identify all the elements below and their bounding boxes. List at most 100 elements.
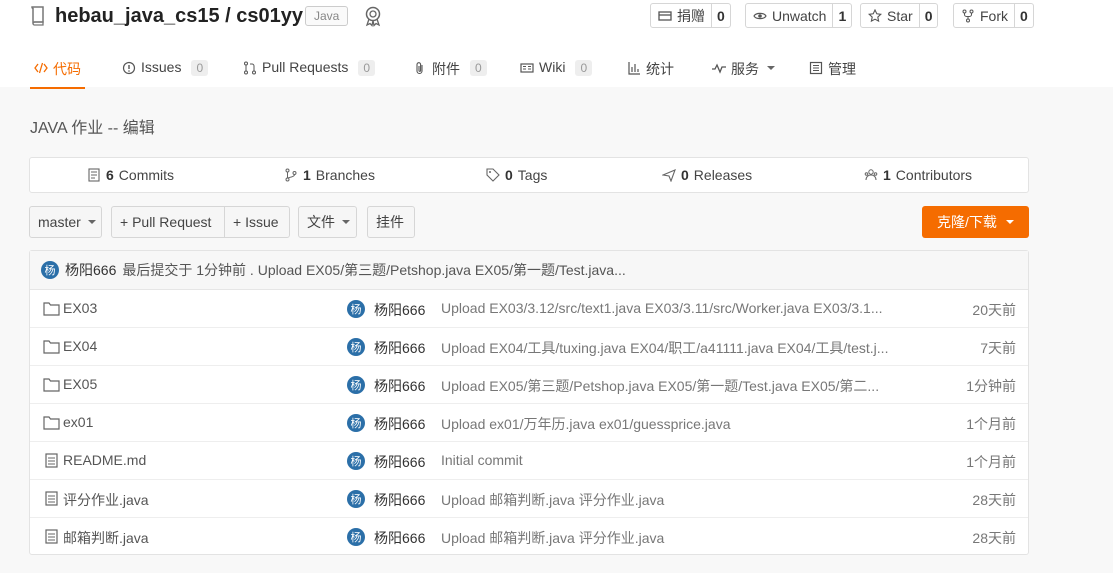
- tab-manage-label: 管理: [828, 61, 856, 77]
- folder-icon: [43, 302, 60, 316]
- avatar[interactable]: 杨: [347, 490, 365, 508]
- avatar[interactable]: 杨: [347, 414, 365, 432]
- commit-time: 28天前: [972, 492, 1016, 508]
- clone-download-label: 克隆/下载: [937, 214, 997, 230]
- commit-author[interactable]: 杨阳666: [374, 528, 425, 548]
- tab-attachments[interactable]: 附件 0: [413, 59, 487, 95]
- tab-attachments-label: 附件: [432, 61, 460, 77]
- file-name[interactable]: EX04: [63, 338, 97, 354]
- tab-pull-requests-count: 0: [358, 60, 376, 76]
- branches-link[interactable]: 1 Branches: [284, 158, 375, 192]
- commit-time: 20天前: [972, 302, 1016, 318]
- fork-label: Fork: [980, 7, 1008, 24]
- tab-wiki[interactable]: Wiki 0: [520, 59, 593, 95]
- tab-services-label: 服务: [731, 61, 759, 77]
- clone-download-button[interactable]: 克隆/下载: [922, 206, 1029, 238]
- language-badge[interactable]: Java: [305, 6, 349, 26]
- issue-icon: [122, 61, 136, 75]
- commit-author[interactable]: 杨阳666: [374, 452, 425, 472]
- file-row: EX04 杨 杨阳666 Upload EX04/工具/tuxing.java …: [30, 328, 1028, 366]
- releases-link[interactable]: 0 Releases: [662, 158, 752, 192]
- tab-manage[interactable]: 管理: [809, 59, 856, 95]
- repo-name-link[interactable]: cs01yy: [236, 5, 303, 27]
- watch-count[interactable]: 1: [832, 4, 851, 27]
- folder-icon: [43, 416, 60, 430]
- file-name[interactable]: 评分作业.java: [63, 490, 149, 510]
- tag-icon: [486, 168, 500, 182]
- donate-count[interactable]: 0: [711, 4, 730, 27]
- releases-label: Releases: [693, 167, 753, 183]
- last-commit-text[interactable]: 最后提交于 1分钟前 . Upload EX05/第三题/Petshop.jav…: [122, 260, 625, 280]
- commit-author[interactable]: 杨阳666: [374, 300, 425, 320]
- code-icon: [34, 62, 48, 74]
- new-pull-request-button[interactable]: + Pull Request: [111, 206, 225, 238]
- commit-message[interactable]: Upload ex01/万年历.java ex01/guessprice.jav…: [441, 414, 896, 434]
- new-issue-button[interactable]: + Issue: [224, 206, 290, 238]
- tab-stats[interactable]: 统计: [627, 59, 674, 95]
- repo-description: JAVA 作业 -- 编辑: [30, 120, 155, 137]
- file-name[interactable]: 邮箱判断.java: [63, 528, 149, 548]
- file-icon: [45, 453, 58, 468]
- contributors-count: 1: [883, 167, 891, 183]
- pulse-icon: [712, 63, 726, 74]
- watch-button[interactable]: Unwatch 1: [745, 3, 853, 28]
- commit-message[interactable]: Upload 邮箱判断.java 评分作业.java: [441, 490, 896, 510]
- avatar[interactable]: 杨: [347, 528, 365, 546]
- repo-owner-link[interactable]: hebau_java_cs15: [55, 5, 220, 27]
- commit-author[interactable]: 杨阳666: [374, 490, 425, 510]
- avatar[interactable]: 杨: [347, 300, 365, 318]
- tab-issues[interactable]: Issues 0: [122, 59, 209, 95]
- tags-label: Tags: [517, 167, 548, 183]
- avatar[interactable]: 杨: [41, 261, 59, 279]
- watch-label: Unwatch: [772, 7, 827, 24]
- commit-message[interactable]: Upload EX03/3.12/src/text1.java EX03/3.1…: [441, 300, 896, 316]
- file-row: ex01 杨 杨阳666 Upload ex01/万年历.java ex01/g…: [30, 404, 1028, 442]
- commit-time: 1个月前: [966, 454, 1016, 470]
- contributors-link[interactable]: 1 Contributors: [864, 158, 972, 192]
- tab-wiki-label: Wiki: [539, 59, 566, 75]
- commit-message[interactable]: Initial commit: [441, 452, 896, 468]
- file-name[interactable]: EX05: [63, 376, 97, 392]
- file-list: 杨 杨阳666 最后提交于 1分钟前 . Upload EX05/第三题/Pet…: [29, 250, 1029, 555]
- file-name[interactable]: EX03: [63, 300, 97, 316]
- file-name[interactable]: ex01: [63, 414, 93, 430]
- fork-button[interactable]: Fork 0: [953, 3, 1034, 28]
- commits-link[interactable]: 6 Commits: [87, 158, 174, 192]
- avatar[interactable]: 杨: [347, 338, 365, 356]
- star-icon: [868, 8, 882, 22]
- tab-services[interactable]: 服务: [712, 59, 775, 95]
- tab-issues-label: Issues: [141, 59, 182, 75]
- tab-attachments-count: 0: [470, 60, 487, 76]
- star-button[interactable]: Star 0: [860, 3, 939, 28]
- star-count[interactable]: 0: [918, 4, 938, 27]
- repo-title: hebau_java_cs15 / cs01yy: [55, 5, 303, 28]
- award-icon[interactable]: [362, 5, 384, 27]
- files-dropdown[interactable]: 文件: [298, 206, 357, 238]
- commit-author[interactable]: 杨阳666: [374, 376, 425, 396]
- donate-label: 捐赠: [677, 7, 705, 24]
- fork-icon: [962, 9, 974, 22]
- last-commit-author[interactable]: 杨阳666: [65, 260, 116, 280]
- donate-icon: [658, 10, 672, 21]
- file-icon: [45, 529, 58, 544]
- branches-count: 1: [303, 167, 311, 183]
- commit-time: 1分钟前: [966, 378, 1016, 394]
- new-issue-label: + Issue: [233, 214, 279, 230]
- avatar[interactable]: 杨: [347, 376, 365, 394]
- tab-pull-requests[interactable]: Pull Requests 0: [243, 59, 376, 95]
- commit-message[interactable]: Upload 邮箱判断.java 评分作业.java: [441, 528, 896, 548]
- donate-button[interactable]: 捐赠 0: [650, 3, 731, 28]
- widgets-button[interactable]: 挂件: [367, 206, 415, 238]
- commit-message[interactable]: Upload EX04/工具/tuxing.java EX04/职工/a4111…: [441, 338, 896, 358]
- avatar[interactable]: 杨: [347, 452, 365, 470]
- file-name[interactable]: README.md: [63, 452, 146, 468]
- branch-select[interactable]: master: [29, 206, 102, 238]
- branch-icon: [285, 168, 297, 182]
- tab-code[interactable]: 代码: [30, 59, 85, 89]
- commit-author[interactable]: 杨阳666: [374, 338, 425, 358]
- file-row: 评分作业.java 杨 杨阳666 Upload 邮箱判断.java 评分作业.…: [30, 480, 1028, 518]
- commit-message[interactable]: Upload EX05/第三题/Petshop.java EX05/第一题/Te…: [441, 376, 896, 396]
- commit-author[interactable]: 杨阳666: [374, 414, 425, 434]
- tags-link[interactable]: 0 Tags: [486, 158, 547, 192]
- fork-count[interactable]: 0: [1014, 4, 1033, 27]
